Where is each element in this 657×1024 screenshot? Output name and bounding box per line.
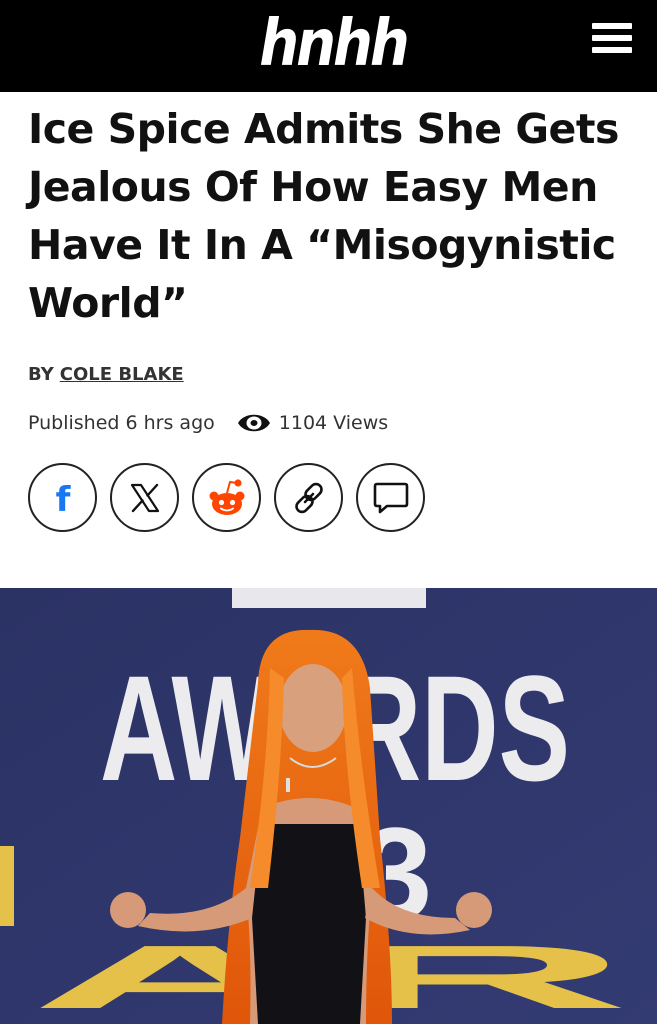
x-twitter-icon [130,483,159,512]
logo-text: hnhh [259,5,409,81]
article-meta: Published 6 hrs ago 1104 Views [28,410,388,436]
view-count: 1104 Views [278,412,389,434]
by-label: BY [28,364,54,385]
link-icon [294,482,323,513]
svg-text:f: f [55,481,71,515]
share-facebook-button[interactable]: f [28,463,97,532]
comments-button[interactable] [356,463,425,532]
byline: BY COLE BLAKE [28,364,184,385]
share-buttons: f [28,463,425,533]
published-time: Published 6 hrs ago [28,412,215,434]
eye-icon [237,410,271,436]
comment-icon [373,482,408,513]
hamburger-menu-icon [592,23,632,29]
site-logo[interactable]: hnhh [258,0,409,88]
site-header: hnhh [0,0,657,92]
copy-link-button[interactable] [274,463,343,532]
author-link[interactable]: COLE BLAKE [60,364,184,385]
hero-photo: AWARDS 3 AR [0,588,657,1024]
facebook-icon: f [55,481,71,515]
reddit-icon [209,478,244,515]
share-x-button[interactable] [110,463,179,532]
menu-button[interactable] [588,18,636,58]
hero-image[interactable]: AWARDS 3 AR [0,588,657,1024]
article-headline: Ice Spice Admits She Gets Jealous Of How… [28,105,619,327]
share-reddit-button[interactable] [192,463,261,532]
